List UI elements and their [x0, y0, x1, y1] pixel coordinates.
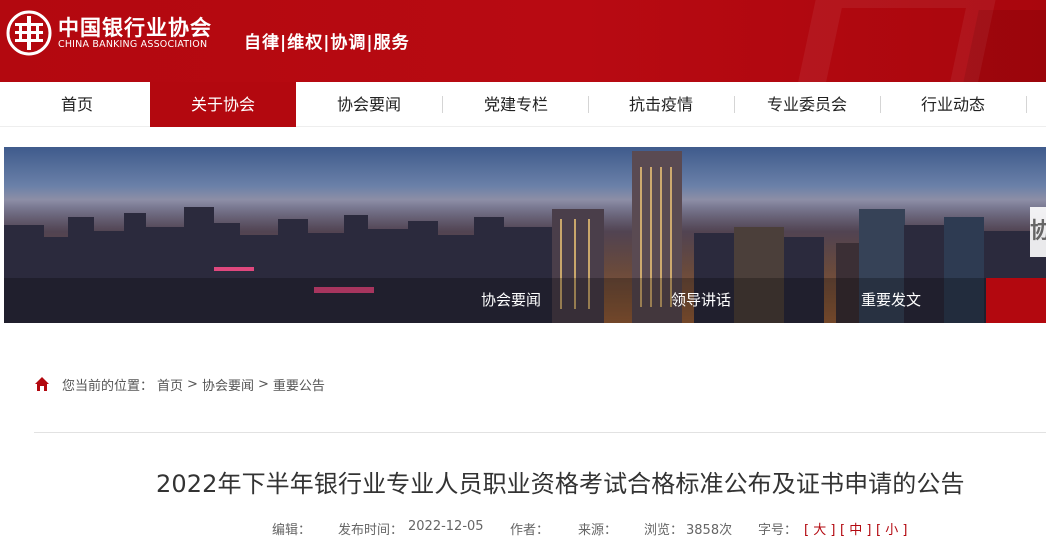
breadcrumb-home[interactable]: 首页 — [157, 375, 183, 394]
nav-item-news[interactable]: 协会要闻 — [296, 82, 442, 127]
font-size-small-button[interactable]: [ 小 ] — [876, 519, 907, 538]
font-size-large-button[interactable]: [ 大 ] — [804, 519, 835, 538]
breadcrumb-separator: > — [187, 376, 198, 392]
breadcrumb: 您当前的位置： 首页 > 协会要闻 > 重要公告 — [34, 374, 329, 394]
banner-active-marker — [986, 278, 1046, 323]
site-name-cn[interactable]: 中国银行业协会 — [58, 12, 212, 42]
main-nav: 首页 关于协会 协会要闻 党建专栏 抗击疫情 专业委员会 行业动态 — [0, 82, 1046, 127]
banner-tab-speeches[interactable]: 领导讲话 — [606, 278, 796, 323]
nav-item-home[interactable]: 首页 — [4, 82, 150, 127]
breadcrumb-news[interactable]: 协会要闻 — [202, 375, 254, 394]
home-icon — [35, 377, 49, 391]
banner-tab-news[interactable]: 协会要闻 — [416, 278, 606, 323]
meta-publish-label: 发布时间： — [338, 523, 404, 538]
city-banner: 协 协会要闻 领导讲话 重要发文 — [4, 147, 1046, 323]
nav-item-epidemic[interactable]: 抗击疫情 — [588, 82, 734, 127]
site-name-en: CHINA BANKING ASSOCIATION — [58, 39, 208, 50]
content-divider — [34, 432, 1046, 433]
nav-separator — [1026, 96, 1027, 113]
meta-publish-date: 2022-12-05 — [408, 519, 484, 534]
banner-tabs: 协会要闻 领导讲话 重要发文 — [416, 278, 1046, 323]
meta-editor-label: 编辑： — [272, 523, 312, 538]
association-logo-icon[interactable] — [6, 10, 52, 56]
article-title: 2022年下半年银行业专业人员职业资格考试合格标准公布及证书申请的公告 — [156, 470, 965, 498]
meta-views-label: 浏览： — [644, 523, 684, 538]
banner-tab-documents[interactable]: 重要发文 — [796, 278, 986, 323]
nav-item-about[interactable]: 关于协会 — [150, 82, 296, 127]
nav-item-party[interactable]: 党建专栏 — [443, 82, 589, 127]
breadcrumb-separator: > — [257, 376, 269, 392]
nav-item-industry[interactable]: 行业动态 — [880, 82, 1026, 127]
meta-author-label: 作者： — [510, 523, 550, 538]
banner-side-label: 协 — [1030, 207, 1046, 257]
meta-views-value: 3858次 — [686, 523, 733, 538]
breadcrumb-notices[interactable]: 重要公告 — [273, 375, 325, 394]
site-slogan: 自律|维权|协调|服务 — [244, 33, 410, 53]
site-header: 中国银行业协会 CHINA BANKING ASSOCIATION 自律|维权|… — [0, 0, 1046, 82]
meta-font-label: 字号： — [758, 523, 798, 538]
breadcrumb-prefix: 您当前的位置： — [62, 378, 154, 394]
nav-item-committee[interactable]: 专业委员会 — [734, 82, 880, 127]
font-size-medium-button[interactable]: [ 中 ] — [840, 519, 871, 538]
meta-source-label: 来源： — [578, 523, 618, 538]
